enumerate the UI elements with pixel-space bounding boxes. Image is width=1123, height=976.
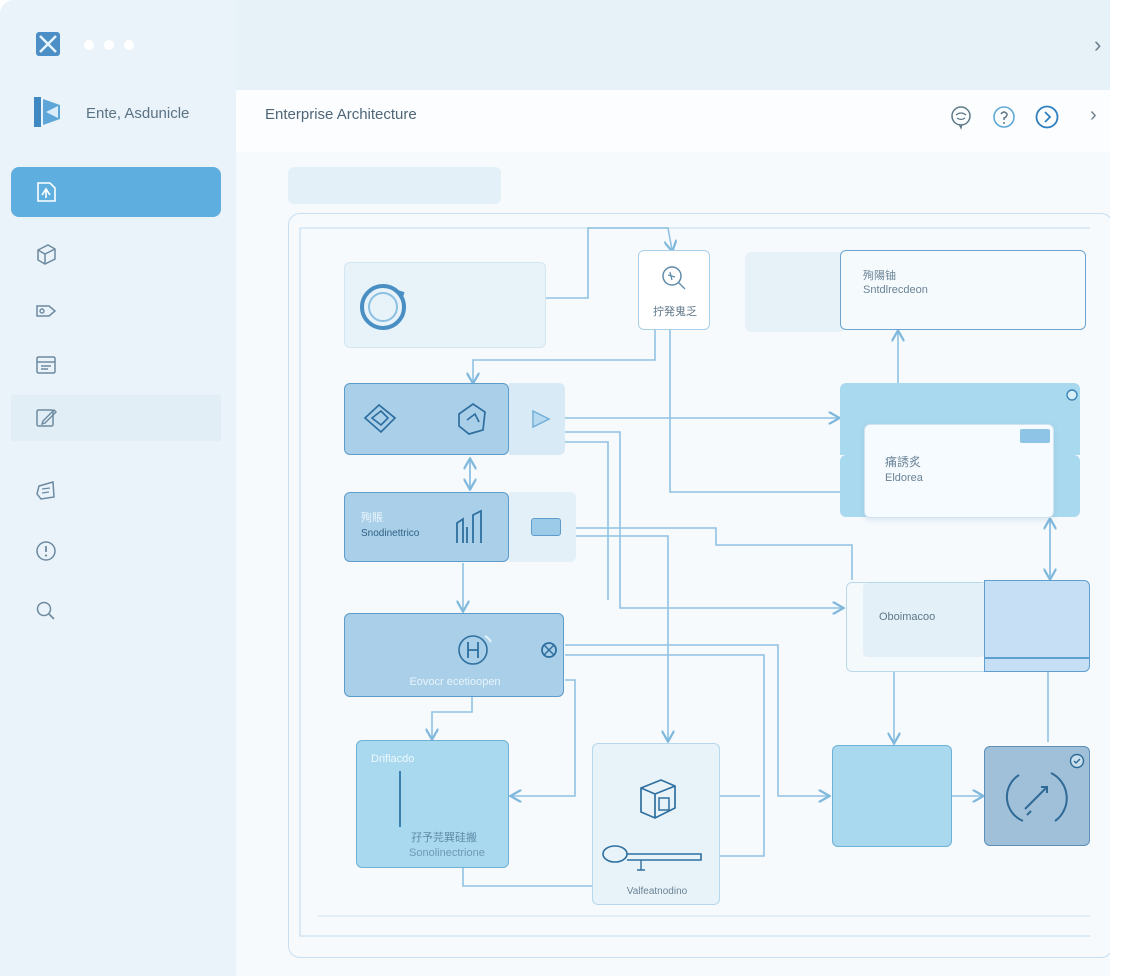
wrench-icon [602, 845, 702, 871]
node-hub-label: Eovocr ecetioopen [409, 676, 501, 688]
settings-icon[interactable] [539, 640, 559, 660]
refresh-icon [360, 284, 406, 330]
node-analytics[interactable]: 殉賬 Snodinettrico [344, 492, 509, 562]
node-bl-title: Driflacdo [371, 753, 415, 765]
node-data-store[interactable]: Driflacdo 孖予芫巽硅搬 Sonolinectrione [356, 740, 509, 868]
chart-icon [456, 509, 482, 543]
node-analytics-title: 殉賬 [361, 512, 383, 524]
mini-badge [1020, 429, 1050, 443]
node-top-right[interactable]: 殉陽铀 Sntdlrecdeon [840, 250, 1086, 330]
node-search[interactable]: 拧発鬼乏 [638, 250, 710, 330]
node-package-label: Valfeatnodino [626, 886, 688, 897]
toggle-chip[interactable] [531, 518, 561, 536]
node-gateway[interactable] [344, 383, 509, 455]
node-search-label: 拧発鬼乏 [653, 306, 697, 318]
node-service[interactable] [832, 745, 952, 847]
node-mid-subtitle: Eldorea [885, 472, 923, 484]
node-analytics-subtitle: Snodinettrico [361, 528, 420, 539]
gauge-icon [1005, 772, 1068, 822]
node-middle-card[interactable]: 痛誘炙 Eldorea [864, 424, 1054, 518]
node-analytics-ext[interactable] [509, 492, 576, 562]
check-circle-icon [1069, 753, 1085, 769]
package-icon [640, 779, 676, 819]
node-control-label: Oboimacoo [879, 611, 936, 623]
check-badge-icon [1066, 389, 1078, 401]
node-bl-subtitle: Sonolinectrione [409, 847, 485, 859]
hub-icon [458, 635, 492, 665]
play-icon [532, 409, 551, 429]
node-cycle[interactable] [344, 262, 546, 348]
node-monitor[interactable] [984, 746, 1090, 846]
gateway-icon [363, 403, 397, 434]
node-mid-title: 痛誘炙 [885, 455, 922, 469]
node-placeholder [745, 252, 845, 332]
search-tool-icon [662, 266, 686, 290]
app-window: Ente, Asdunicle › Enterprise Architectur… [0, 0, 1110, 976]
node-tr-title: 殉陽铀 [863, 270, 896, 282]
node-package[interactable]: Valfeatnodino [592, 743, 720, 905]
node-bl-cjk: 孖予芫巽硅搬 [411, 832, 477, 844]
cursor-line [399, 771, 401, 827]
node-tr-subtitle: Sntdlrecdeon [863, 284, 928, 296]
cube-node-icon [458, 402, 486, 435]
node-gateway-play[interactable] [509, 383, 565, 455]
node-control[interactable]: Oboimacoo [846, 582, 986, 672]
node-control-panel[interactable] [984, 580, 1090, 672]
node-hub[interactable]: Eovocr ecetioopen [344, 613, 564, 697]
